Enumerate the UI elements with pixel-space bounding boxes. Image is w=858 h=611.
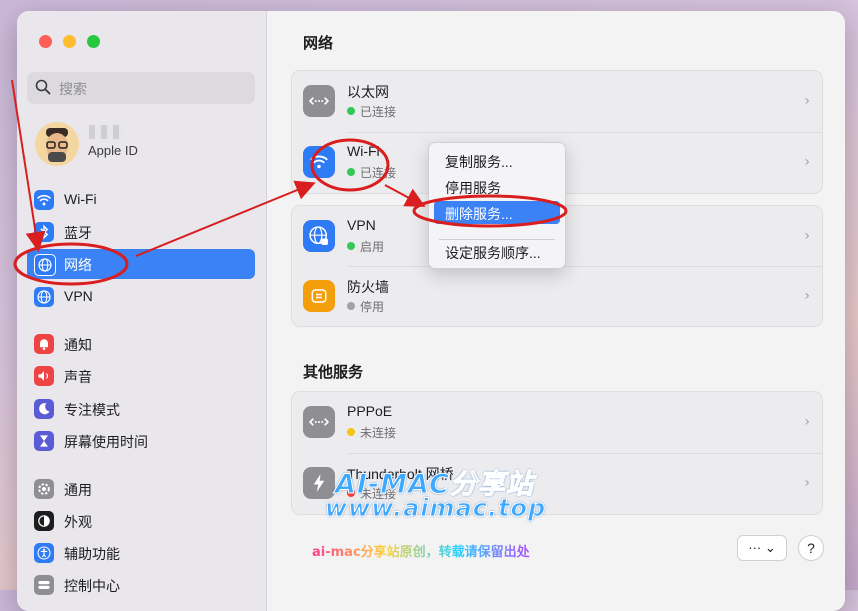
account-name-blurred bbox=[89, 125, 123, 139]
status-dot bbox=[347, 242, 355, 250]
sidebar-item-accessibility[interactable]: 辅助功能 bbox=[27, 538, 255, 568]
sidebar-item-focus[interactable]: 专注模式 bbox=[27, 394, 255, 424]
minimize-window-button[interactable] bbox=[63, 35, 76, 48]
gear-icon bbox=[34, 479, 54, 499]
service-status: 已连接 bbox=[360, 105, 397, 119]
sidebar-item-label: 控制中心 bbox=[64, 578, 120, 594]
hourglass-icon bbox=[34, 431, 54, 451]
ethernet-icon bbox=[303, 406, 335, 438]
sidebar-item-wifi[interactable]: Wi-Fi bbox=[27, 185, 255, 215]
sidebar: Apple ID Wi-Fi 蓝牙 网络 VPN bbox=[17, 11, 267, 611]
service-status: 已连接 bbox=[360, 166, 397, 180]
more-actions-button[interactable]: ··· ⌄ bbox=[737, 535, 787, 561]
maximize-window-button[interactable] bbox=[87, 35, 100, 48]
globe-icon bbox=[34, 254, 56, 276]
chevron-right-icon: › bbox=[804, 414, 810, 430]
sidebar-item-label: 通知 bbox=[64, 337, 92, 353]
sidebar-item-network[interactable]: 网络 bbox=[27, 249, 255, 279]
menu-item-label: 复制服务... bbox=[445, 154, 513, 170]
service-row-firewall[interactable]: 防火墙 停用 › bbox=[292, 266, 822, 327]
sidebar-item-vpn[interactable]: VPN bbox=[27, 282, 255, 312]
sidebar-item-label: 通用 bbox=[64, 482, 92, 498]
sidebar-item-screen-time[interactable]: 屏幕使用时间 bbox=[27, 426, 255, 456]
search-input[interactable] bbox=[57, 77, 251, 101]
bluetooth-icon bbox=[34, 222, 54, 242]
sidebar-item-control-center[interactable]: 控制中心 bbox=[27, 570, 255, 600]
service-status: 停用 bbox=[360, 300, 385, 314]
search-field[interactable] bbox=[27, 72, 255, 104]
sidebar-item-label: 屏幕使用时间 bbox=[64, 434, 148, 450]
status-dot bbox=[347, 107, 355, 115]
search-icon bbox=[35, 79, 51, 95]
menu-item-label: 停用服务 bbox=[445, 180, 501, 196]
menu-item-set-service-order[interactable]: 设定服务顺序... bbox=[434, 240, 560, 263]
service-status: 未连接 bbox=[360, 426, 397, 440]
menu-item-delete-service[interactable]: 删除服务... bbox=[434, 201, 560, 224]
service-name: 以太网 bbox=[347, 84, 389, 100]
service-row-pppoe[interactable]: PPPoE 未连接 › bbox=[292, 392, 822, 453]
wifi-icon bbox=[303, 146, 335, 178]
bell-icon bbox=[34, 334, 54, 354]
menu-item-label: 设定服务顺序... bbox=[445, 245, 541, 261]
chevron-right-icon: › bbox=[804, 154, 810, 170]
sidebar-item-notifications[interactable]: 通知 bbox=[27, 329, 255, 359]
avatar bbox=[35, 122, 79, 166]
service-name: VPN bbox=[347, 217, 376, 233]
ethernet-icon bbox=[303, 85, 335, 117]
accessibility-icon bbox=[34, 543, 54, 563]
context-menu: 复制服务... 停用服务 删除服务... 设定服务顺序... bbox=[428, 142, 566, 269]
moon-icon bbox=[34, 399, 54, 419]
other-services-title: 其他服务 bbox=[303, 364, 364, 381]
service-name: Wi-Fi bbox=[347, 143, 380, 159]
sidebar-item-general[interactable]: 通用 bbox=[27, 474, 255, 504]
appearance-icon bbox=[34, 511, 54, 531]
service-row-ethernet[interactable]: 以太网 已连接 › bbox=[292, 71, 822, 132]
speaker-icon bbox=[34, 366, 54, 386]
chevron-right-icon: › bbox=[804, 228, 810, 244]
menu-item-label: 删除服务... bbox=[445, 206, 513, 222]
apple-id-label: Apple ID bbox=[88, 143, 138, 158]
chevron-right-icon: › bbox=[804, 288, 810, 304]
sidebar-item-sound[interactable]: 声音 bbox=[27, 361, 255, 391]
sidebar-item-label: 辅助功能 bbox=[64, 546, 120, 562]
sidebar-item-label: 蓝牙 bbox=[64, 225, 92, 241]
menu-item-duplicate-service[interactable]: 复制服务... bbox=[434, 149, 560, 172]
close-window-button[interactable] bbox=[39, 35, 52, 48]
service-name: PPPoE bbox=[347, 403, 393, 419]
sidebar-item-label: 声音 bbox=[64, 369, 92, 385]
watermark-url: www.aimac.top bbox=[324, 494, 547, 523]
vpn-globe-icon bbox=[303, 220, 335, 252]
wifi-icon bbox=[34, 190, 54, 210]
status-dot bbox=[347, 302, 355, 310]
sidebar-item-label: 专注模式 bbox=[64, 402, 120, 418]
sidebar-item-label: Wi-Fi bbox=[64, 191, 97, 207]
sidebar-item-bluetooth[interactable]: 蓝牙 bbox=[27, 217, 255, 247]
menu-item-disable-service[interactable]: 停用服务 bbox=[434, 175, 560, 198]
chevron-right-icon: › bbox=[804, 475, 810, 491]
sidebar-item-appearance[interactable]: 外观 bbox=[27, 506, 255, 536]
sidebar-item-label: VPN bbox=[64, 288, 93, 304]
help-button[interactable]: ? bbox=[798, 535, 824, 561]
status-dot bbox=[347, 168, 355, 176]
sidebar-item-label: 网络 bbox=[64, 257, 92, 273]
page-title: 网络 bbox=[303, 35, 334, 52]
service-status: 启用 bbox=[360, 240, 385, 254]
status-dot bbox=[347, 428, 355, 436]
vpn-globe-icon bbox=[34, 287, 54, 307]
watermark-credit: ai-mac分享站原创，转载请保留出处 bbox=[312, 541, 530, 560]
service-name: 防火墙 bbox=[347, 279, 389, 295]
control-center-icon bbox=[34, 575, 54, 595]
sidebar-item-label: 外观 bbox=[64, 514, 92, 530]
apple-id-account[interactable]: Apple ID bbox=[35, 122, 255, 168]
firewall-icon bbox=[303, 280, 335, 312]
chevron-right-icon: › bbox=[804, 93, 810, 109]
